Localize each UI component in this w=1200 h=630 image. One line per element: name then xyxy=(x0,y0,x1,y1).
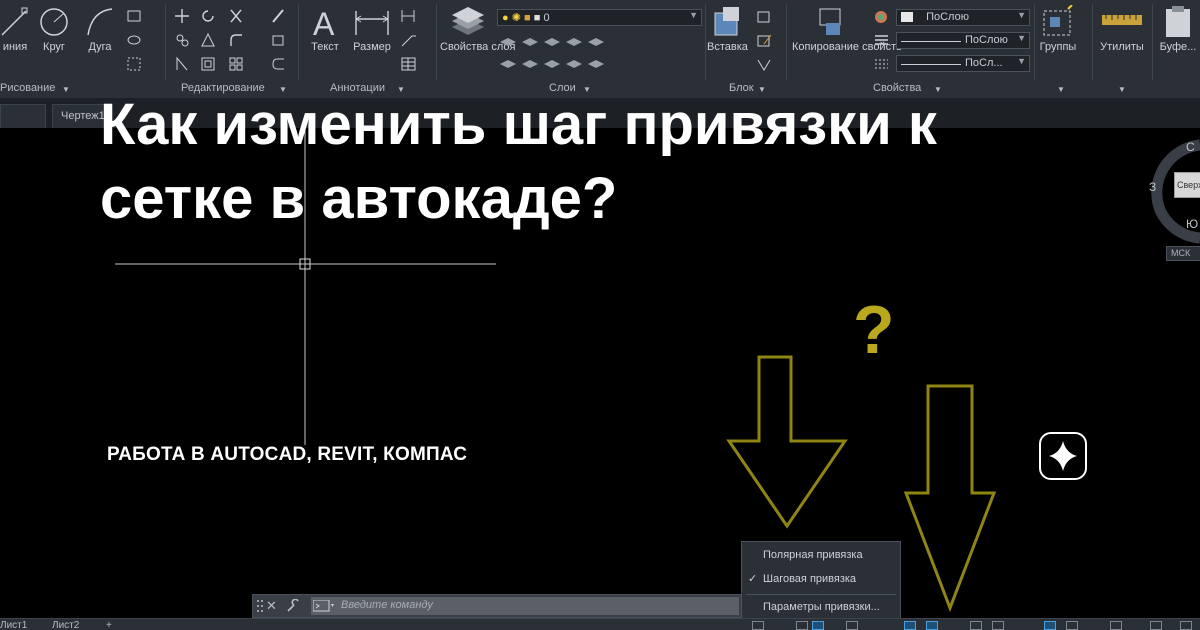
arrow-down-icon xyxy=(726,355,848,529)
status-bar: Лист1 Лист2 + xyxy=(0,618,1200,630)
viewcube-west[interactable]: З xyxy=(1149,180,1156,194)
close-icon[interactable]: ✕ xyxy=(266,598,277,614)
ucs-menu[interactable]: МСК xyxy=(1166,246,1200,261)
transparency-icon[interactable] xyxy=(992,621,1004,630)
page-title-line-2: сетке в автокаде? xyxy=(100,166,618,231)
menu-item-grid-snap[interactable]: ✓ Шаговая привязка xyxy=(742,568,900,590)
check-icon: ✓ xyxy=(748,573,758,585)
wrench-icon[interactable] xyxy=(286,599,300,613)
layout-tab-1[interactable]: Лист1 xyxy=(0,620,27,630)
ucs-label: МСК xyxy=(1171,248,1191,258)
model-space-icon[interactable] xyxy=(752,621,764,630)
badge-frame xyxy=(1039,432,1087,480)
menu-item-label: Полярная привязка xyxy=(763,549,863,561)
menu-item-label: Параметры привязки... xyxy=(763,601,880,613)
layout-tab-2[interactable]: Лист2 xyxy=(52,620,79,630)
viewcube-south[interactable]: Ю xyxy=(1186,217,1198,231)
page-subtitle: РАБОТА В AUTOCAD, REVIT, КОМПАС xyxy=(107,444,468,465)
add-layout-button[interactable]: + xyxy=(106,620,112,630)
drag-handle-icon[interactable] xyxy=(256,599,266,613)
viewcube-top-label: Сверх xyxy=(1177,180,1200,190)
command-prompt-icon xyxy=(313,600,334,612)
command-input-placeholder: Введите команду xyxy=(341,599,433,611)
viewcube-north[interactable]: С xyxy=(1186,140,1195,154)
isolate-icon[interactable] xyxy=(1110,621,1122,630)
customize-icon[interactable] xyxy=(1180,621,1192,630)
menu-item-label: Шаговая привязка xyxy=(763,573,857,585)
arrow-down-icon xyxy=(903,384,997,613)
grid-icon[interactable] xyxy=(796,621,808,630)
ortho-icon[interactable] xyxy=(846,621,858,630)
fullscreen-icon[interactable] xyxy=(1150,621,1162,630)
page-title-line-1: Как изменить шаг привязки к xyxy=(100,92,937,157)
osnap-icon[interactable] xyxy=(926,621,938,630)
viewcube-top-face[interactable]: Сверх xyxy=(1174,172,1200,198)
menu-item-snap-settings[interactable]: Параметры привязки... xyxy=(742,596,900,618)
snap-mode-icon[interactable] xyxy=(812,621,824,630)
command-line: ✕ Введите команду xyxy=(252,594,742,618)
menu-separator xyxy=(746,594,896,595)
polar-icon[interactable] xyxy=(904,621,916,630)
workspace-icon[interactable] xyxy=(1066,621,1078,630)
menu-item-polar-snap[interactable]: Полярная привязка xyxy=(742,544,900,566)
page-title: Как изменить шаг привязки к сетке в авто… xyxy=(100,88,1100,236)
lineweight-toggle-icon[interactable] xyxy=(970,621,982,630)
snap-context-menu: Полярная привязка ✓ Шаговая привязка Пар… xyxy=(741,541,901,619)
annotation-scale-icon[interactable] xyxy=(1044,621,1056,630)
command-input[interactable]: Введите команду xyxy=(311,597,739,615)
question-mark: ? xyxy=(853,292,895,368)
